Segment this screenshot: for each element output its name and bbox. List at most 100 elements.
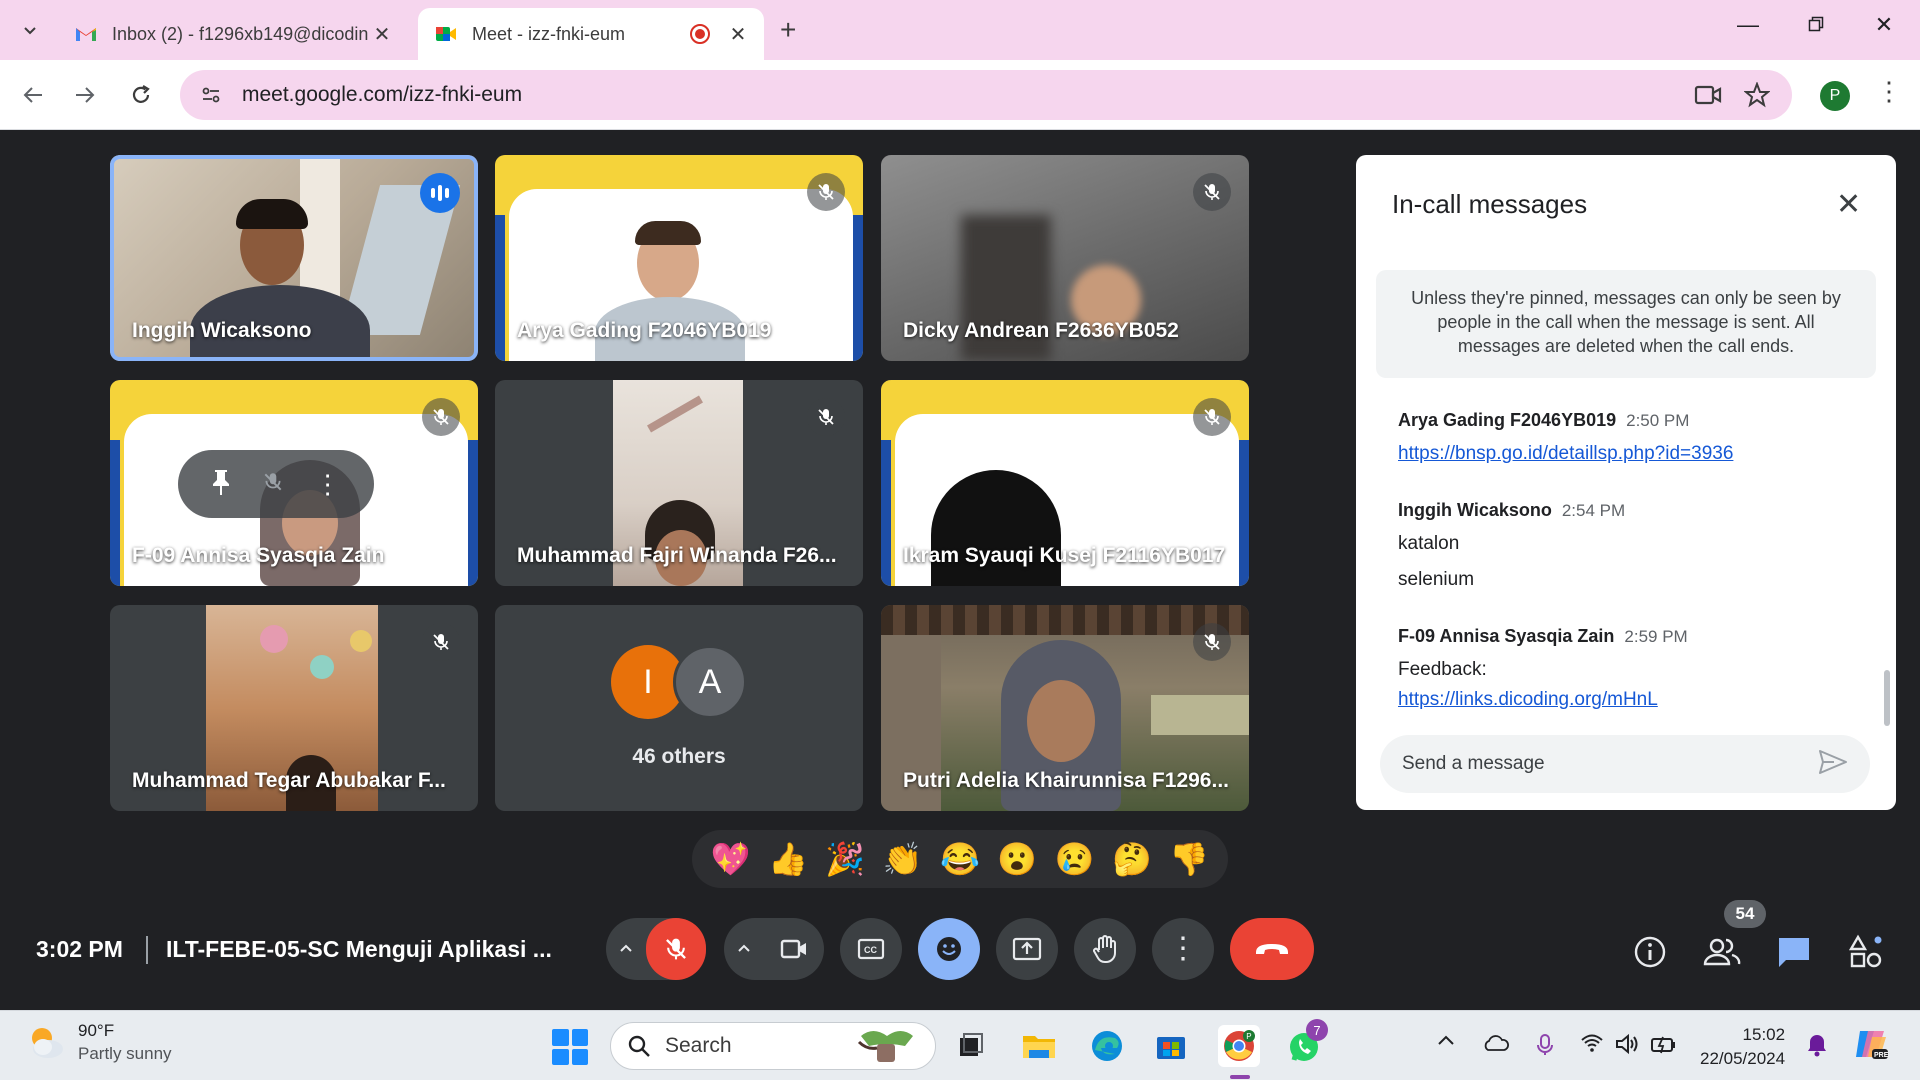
message-link[interactable]: https://bnsp.go.id/detaillsp.php?id=3936 bbox=[1398, 443, 1733, 465]
new-tab-button[interactable]: + bbox=[780, 14, 796, 46]
svg-text:PRE: PRE bbox=[1874, 1052, 1889, 1059]
captions-icon: CC bbox=[857, 938, 885, 960]
reaction-laugh[interactable]: 😂 bbox=[940, 843, 980, 875]
reaction-thinking[interactable]: 🤔 bbox=[1112, 843, 1152, 875]
close-tab-icon[interactable]: ✕ bbox=[372, 22, 392, 47]
hand-icon bbox=[1093, 935, 1116, 964]
message-text: Feedback: bbox=[1398, 659, 1487, 680]
reaction-thumbs-up[interactable]: 👍 bbox=[768, 843, 808, 875]
chevron-up-icon[interactable] bbox=[724, 941, 764, 957]
message-link[interactable]: https://links.dicoding.org/mHnL bbox=[1398, 689, 1688, 711]
panel-title: In-call messages bbox=[1392, 189, 1588, 219]
mic-off-icon bbox=[807, 173, 845, 211]
reaction-heart[interactable]: 💖 bbox=[711, 843, 751, 875]
svg-text:CC: CC bbox=[864, 945, 877, 955]
captions-button[interactable]: CC bbox=[840, 918, 902, 980]
present-screen-button[interactable] bbox=[996, 918, 1058, 980]
battery-icon[interactable] bbox=[1650, 1033, 1678, 1055]
more-options-icon[interactable]: ⋮ bbox=[315, 469, 341, 500]
participant-tile[interactable]: ⋮ F-09 Annisa Syasqia Zain bbox=[110, 380, 478, 586]
camera-in-use-icon[interactable] bbox=[1694, 84, 1722, 106]
notifications-bell-icon[interactable] bbox=[1806, 1033, 1828, 1057]
close-window-button[interactable]: ✕ bbox=[1864, 12, 1904, 38]
pin-icon[interactable] bbox=[211, 468, 231, 501]
partly-sunny-icon bbox=[26, 1023, 66, 1063]
tab-meet[interactable]: Meet - izz-fnki-eum ✕ bbox=[418, 8, 764, 60]
camera-control[interactable] bbox=[724, 918, 824, 980]
reaction-thumbs-down[interactable]: 👎 bbox=[1169, 843, 1209, 875]
leave-call-button[interactable] bbox=[1230, 918, 1314, 980]
system-clock[interactable]: 15:02 22/05/2024 bbox=[1700, 1023, 1785, 1071]
taskbar-search-input[interactable] bbox=[665, 1034, 815, 1058]
microphone-control[interactable] bbox=[606, 918, 706, 980]
message-time: 2:50 PM bbox=[1626, 411, 1690, 430]
restore-button[interactable] bbox=[1796, 12, 1836, 38]
mute-participant-icon[interactable] bbox=[262, 471, 284, 498]
speaking-indicator-icon bbox=[420, 173, 460, 213]
site-info-icon[interactable] bbox=[196, 80, 226, 110]
message-sender: Arya Gading F2046YB019 bbox=[1398, 410, 1617, 430]
reaction-sad[interactable]: 😢 bbox=[1055, 843, 1095, 875]
message-text: selenium bbox=[1398, 569, 1475, 590]
onedrive-icon[interactable] bbox=[1482, 1033, 1510, 1053]
chat-icon[interactable] bbox=[1774, 932, 1814, 972]
participant-tile[interactable]: Dicky Andrean F2636YB052 bbox=[881, 155, 1249, 361]
close-tab-icon[interactable]: ✕ bbox=[728, 22, 748, 47]
browser-menu-icon[interactable]: ⋮ bbox=[1876, 78, 1902, 104]
close-panel-icon[interactable]: ✕ bbox=[1836, 187, 1861, 222]
chrome-taskbar-icon[interactable]: P bbox=[1218, 1025, 1260, 1067]
file-explorer-icon[interactable] bbox=[1018, 1025, 1060, 1067]
reaction-party[interactable]: 🎉 bbox=[825, 843, 865, 875]
windows-start-button[interactable] bbox=[552, 1029, 588, 1065]
volume-icon[interactable] bbox=[1614, 1033, 1640, 1055]
people-icon[interactable] bbox=[1702, 932, 1742, 972]
chat-message: Arya Gading F2046YB019 2:50 PM https://bn… bbox=[1398, 410, 1733, 465]
microsoft-store-icon[interactable] bbox=[1150, 1025, 1192, 1067]
message-input-box[interactable] bbox=[1380, 735, 1870, 793]
participant-tile[interactable]: Putri Adelia Khairunnisa F1296... bbox=[881, 605, 1249, 811]
weather-widget[interactable]: 90°F Partly sunny bbox=[26, 1021, 172, 1064]
participant-tile[interactable]: Muhammad Fajri Winanda F26... bbox=[495, 380, 863, 586]
edge-browser-icon[interactable] bbox=[1086, 1025, 1128, 1067]
participant-tile[interactable]: Muhammad Tegar Abubakar F... bbox=[110, 605, 478, 811]
taskbar-search-box[interactable] bbox=[610, 1022, 936, 1070]
bookmark-star-icon[interactable] bbox=[1744, 82, 1770, 108]
microphone-tray-icon[interactable] bbox=[1536, 1033, 1554, 1057]
reload-button[interactable] bbox=[122, 76, 160, 114]
mic-off-icon bbox=[422, 398, 460, 436]
more-options-button[interactable]: ⋮ bbox=[1152, 918, 1214, 980]
reactions-button[interactable] bbox=[918, 918, 980, 980]
tab-search-button[interactable] bbox=[12, 12, 48, 48]
mic-off-icon bbox=[422, 623, 460, 661]
participant-tile[interactable]: Ikram Syauqi Kusej F2116YB017 bbox=[881, 380, 1249, 586]
meeting-details-icon[interactable] bbox=[1630, 932, 1670, 972]
reaction-clap[interactable]: 👏 bbox=[883, 843, 923, 875]
reaction-surprised[interactable]: 😮 bbox=[997, 843, 1037, 875]
message-input[interactable] bbox=[1402, 753, 1818, 775]
mic-off-icon bbox=[1193, 173, 1231, 211]
show-hidden-icons[interactable] bbox=[1436, 1033, 1456, 1047]
copilot-icon[interactable]: PRE bbox=[1852, 1025, 1890, 1063]
participant-name: Muhammad Tegar Abubakar F... bbox=[132, 769, 446, 792]
forward-button[interactable] bbox=[66, 76, 104, 114]
task-view-icon[interactable] bbox=[950, 1025, 992, 1067]
browser-toolbar: meet.google.com/izz-fnki-eum P ⋮ bbox=[0, 60, 1920, 130]
raise-hand-button[interactable] bbox=[1074, 918, 1136, 980]
participant-tile[interactable]: Arya Gading F2046YB019 bbox=[495, 155, 863, 361]
participant-tile[interactable]: Inggih Wicaksono bbox=[110, 155, 478, 361]
activities-icon[interactable] bbox=[1846, 932, 1886, 972]
profile-avatar[interactable]: P bbox=[1820, 81, 1850, 111]
minimize-button[interactable]: — bbox=[1728, 12, 1768, 38]
wifi-icon[interactable] bbox=[1580, 1033, 1604, 1053]
address-bar[interactable]: meet.google.com/izz-fnki-eum bbox=[180, 70, 1792, 120]
svg-text:P: P bbox=[1246, 1032, 1251, 1041]
chat-scrollbar[interactable] bbox=[1884, 670, 1890, 726]
back-button[interactable] bbox=[14, 76, 52, 114]
mic-off-icon[interactable] bbox=[646, 918, 706, 980]
camera-icon[interactable] bbox=[764, 938, 824, 960]
send-icon[interactable] bbox=[1818, 749, 1848, 780]
tab-gmail[interactable]: Inbox (2) - f1296xb149@dicodin ✕ bbox=[58, 8, 408, 60]
search-icon bbox=[628, 1035, 650, 1057]
chevron-up-icon[interactable] bbox=[606, 941, 646, 957]
others-tile[interactable]: I A 46 others bbox=[495, 605, 863, 811]
